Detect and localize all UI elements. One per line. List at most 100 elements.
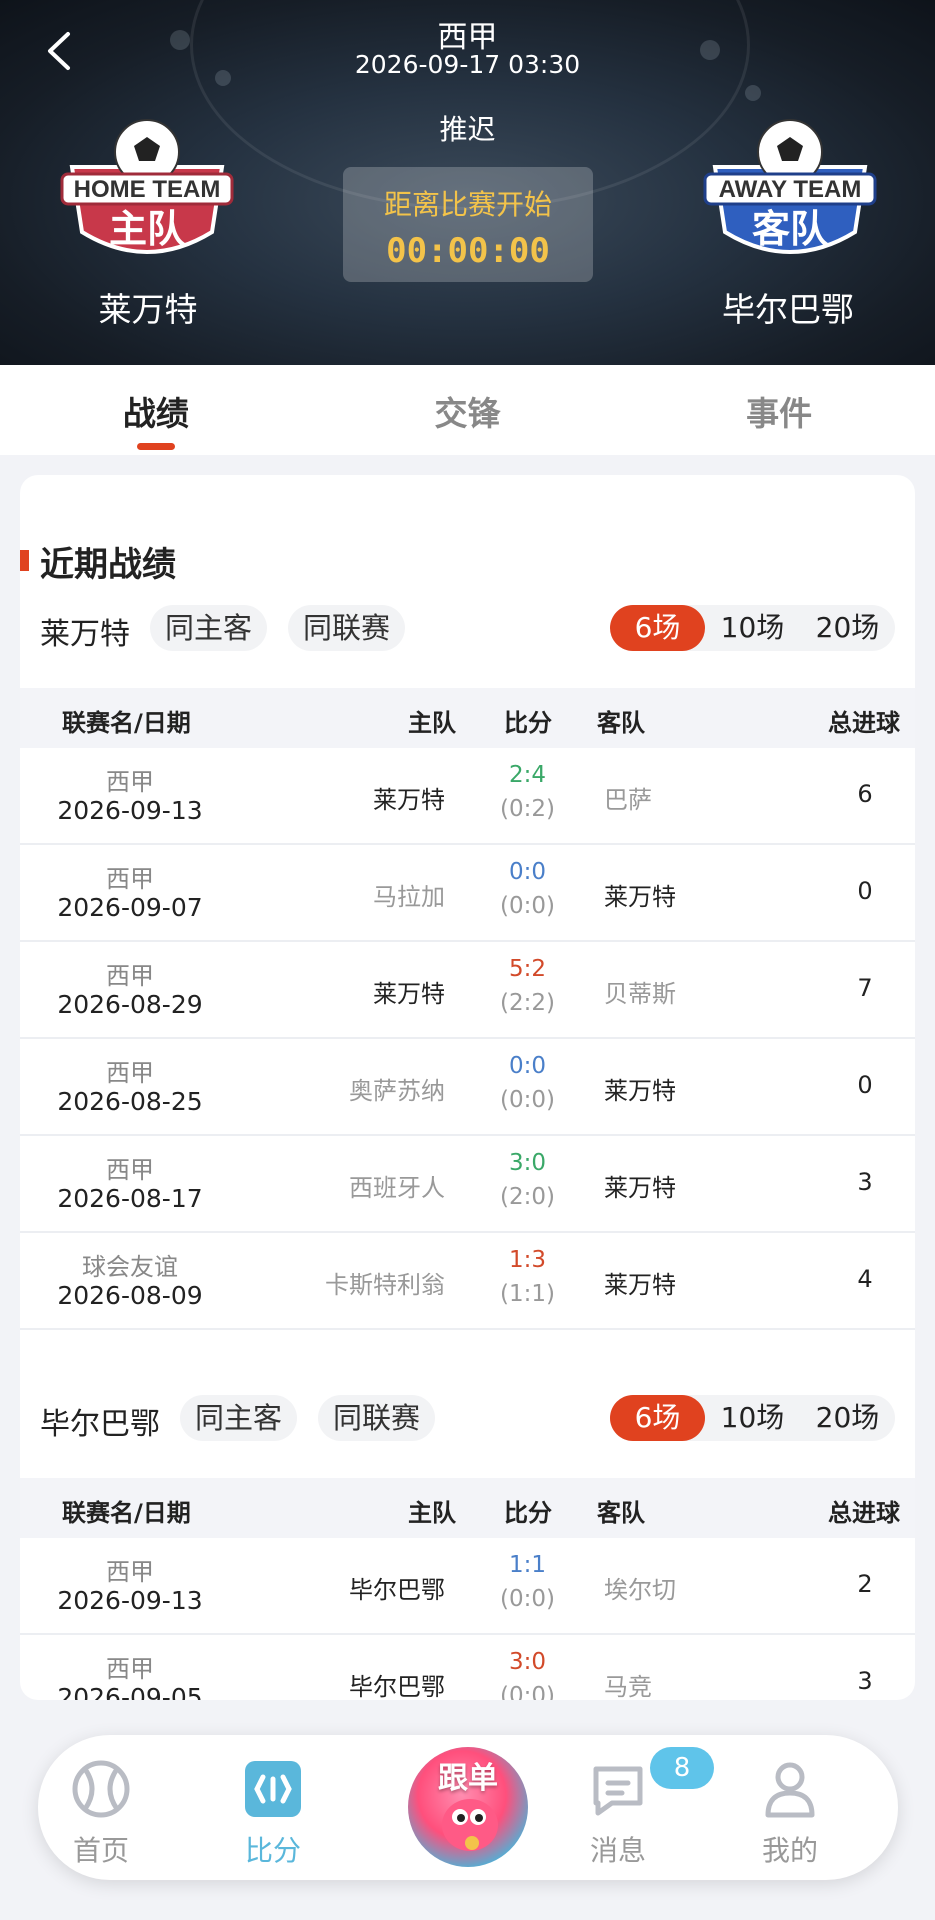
countdown-box: 距离比赛开始 00:00:00 — [343, 167, 593, 282]
match-count-selector: 6场 10场 20场 — [610, 1395, 895, 1441]
row-league: 西甲 — [106, 768, 154, 796]
col-score: 比分 — [504, 1499, 552, 1527]
filter-team-name: 毕尔巴鄂 — [40, 1407, 160, 1442]
nav-profile[interactable]: 我的 — [730, 1757, 850, 1869]
row-home-team: 毕尔巴鄂 — [349, 1673, 445, 1700]
row-score: 5:2 — [508, 956, 546, 982]
col-home: 主队 — [408, 1499, 456, 1527]
row-score: 2:4 — [508, 762, 546, 788]
row-date: 2026-09-13 — [57, 796, 203, 825]
table-header: 联赛名/日期 主队 比分 客队 总进球 — [20, 1478, 915, 1538]
stadium-light — [745, 85, 761, 101]
svg-text:HOME TEAM: HOME TEAM — [74, 176, 221, 203]
nav-score[interactable]: 比分 — [213, 1757, 333, 1869]
segment-10[interactable]: 10场 — [705, 605, 800, 651]
row-date: 2026-08-25 — [57, 1087, 203, 1116]
tab-record[interactable]: 战绩 — [0, 365, 312, 455]
table-row[interactable]: 西甲 2026-09-13 莱万特 2:4 (0:2) 巴萨 6 — [20, 748, 915, 845]
row-league: 西甲 — [106, 1655, 154, 1683]
segment-20[interactable]: 20场 — [800, 605, 895, 651]
table-header: 联赛名/日期 主队 比分 客队 总进球 — [20, 688, 915, 748]
table-row[interactable]: 西甲 2026-09-13 毕尔巴鄂 1:1 (0:0) 埃尔切 2 — [20, 1538, 915, 1635]
col-score: 比分 — [504, 709, 552, 737]
table-row[interactable]: 西甲 2026-09-07 马拉加 0:0 (0:0) 莱万特 0 — [20, 845, 915, 942]
row-league: 西甲 — [106, 865, 154, 893]
nav-label: 比分 — [244, 1834, 301, 1867]
row-total-goals: 7 — [857, 974, 873, 1002]
row-date: 2026-09-05 — [57, 1683, 203, 1700]
row-date: 2026-08-29 — [57, 990, 203, 1019]
match-count-selector: 6场 10场 20场 — [610, 605, 895, 651]
row-home-team: 莱万特 — [373, 786, 445, 814]
segment-6[interactable]: 6场 — [610, 1395, 705, 1441]
row-home-team: 莱万特 — [373, 980, 445, 1008]
row-total-goals: 4 — [857, 1265, 873, 1293]
row-halftime-score: (1:1) — [500, 1281, 555, 1307]
bottom-nav: 首页 比分 跟单 消息 8 我的 — [38, 1735, 898, 1880]
svg-text:AWAY TEAM: AWAY TEAM — [719, 176, 862, 203]
detail-tabs: 战绩 交锋 事件 — [0, 365, 935, 455]
segment-20[interactable]: 20场 — [800, 1395, 895, 1441]
tab-head-to-head[interactable]: 交锋 — [312, 365, 624, 455]
message-icon — [593, 1766, 643, 1816]
row-total-goals: 3 — [857, 1168, 873, 1196]
same-venue-chip[interactable]: 同主客 — [150, 605, 268, 651]
row-home-team: 西班牙人 — [349, 1174, 445, 1202]
col-home: 主队 — [408, 709, 456, 737]
score-icon — [245, 1761, 301, 1817]
col-league-date: 联赛名/日期 — [62, 709, 191, 737]
team-filter-away: 毕尔巴鄂 同主客 同联赛 6场 10场 20场 — [20, 1393, 915, 1443]
row-score: 0:0 — [508, 1053, 546, 1079]
svg-text:主队: 主队 — [109, 207, 186, 251]
basketball-icon — [72, 1760, 130, 1818]
row-date: 2026-09-07 — [57, 893, 203, 922]
tab-label: 交锋 — [434, 394, 501, 433]
section-title: 近期战绩 — [20, 537, 176, 586]
row-score: 0:0 — [508, 859, 546, 885]
row-halftime-score: (2:0) — [500, 1184, 555, 1210]
row-halftime-score: (2:2) — [500, 990, 555, 1016]
table-row[interactable]: 西甲 2026-09-05 毕尔巴鄂 3:0 (0:0) 马竞 3 — [20, 1635, 915, 1700]
tab-events[interactable]: 事件 — [623, 365, 935, 455]
nav-label: 首页 — [72, 1834, 129, 1867]
table-row[interactable]: 西甲 2026-08-25 奥萨苏纳 0:0 (0:0) 莱万特 0 — [20, 1039, 915, 1136]
svg-text:客队: 客队 — [752, 207, 829, 251]
table-row[interactable]: 球会友谊 2026-08-09 卡斯特利翁 1:3 (1:1) 莱万特 4 — [20, 1233, 915, 1330]
away-team-badge-icon[interactable]: AWAY TEAM 客队 — [695, 112, 885, 272]
segment-10[interactable]: 10场 — [705, 1395, 800, 1441]
nav-label: 消息 — [589, 1834, 646, 1867]
row-halftime-score: (0:0) — [500, 1586, 555, 1612]
same-league-chip[interactable]: 同联赛 — [288, 605, 406, 651]
nav-label: 跟单 — [438, 1761, 498, 1796]
row-halftime-score: (0:0) — [500, 893, 555, 919]
row-total-goals: 0 — [857, 877, 873, 905]
away-team-name[interactable]: 毕尔巴鄂 — [668, 283, 908, 331]
nav-home[interactable]: 首页 — [41, 1757, 161, 1869]
nav-label: 我的 — [761, 1834, 818, 1867]
table-row[interactable]: 西甲 2026-08-17 西班牙人 3:0 (2:0) 莱万特 3 — [20, 1136, 915, 1233]
table-row[interactable]: 西甲 2026-08-29 莱万特 5:2 (2:2) 贝蒂斯 7 — [20, 942, 915, 1039]
recent-record-card: 近期战绩 莱万特 同主客 同联赛 6场 10场 20场 联赛名/日期 主队 比分… — [20, 475, 915, 1700]
row-score: 1:1 — [508, 1552, 546, 1578]
follow-mascot-button[interactable]: 跟单 — [408, 1747, 528, 1867]
row-date: 2026-08-09 — [57, 1281, 203, 1310]
row-league: 西甲 — [106, 962, 154, 990]
col-total: 总进球 — [828, 709, 900, 737]
row-score: 3:0 — [508, 1150, 546, 1176]
row-halftime-score: (0:0) — [500, 1087, 555, 1113]
filter-team-name: 莱万特 — [40, 617, 130, 652]
row-total-goals: 2 — [857, 1570, 873, 1598]
segment-6[interactable]: 6场 — [610, 605, 705, 651]
row-score: 3:0 — [508, 1649, 546, 1675]
home-team-name[interactable]: 莱万特 — [28, 283, 268, 331]
row-league: 西甲 — [106, 1558, 154, 1586]
home-team-badge-icon[interactable]: HOME TEAM 主队 — [52, 112, 242, 272]
profile-icon — [765, 1762, 815, 1818]
col-away: 客队 — [597, 1499, 645, 1527]
row-away-team: 马竞 — [604, 1673, 652, 1700]
row-total-goals: 6 — [857, 780, 873, 808]
row-score: 1:3 — [508, 1247, 546, 1273]
same-venue-chip[interactable]: 同主客 — [180, 1395, 298, 1441]
same-league-chip[interactable]: 同联赛 — [318, 1395, 436, 1441]
countdown-time: 00:00:00 — [386, 231, 550, 271]
